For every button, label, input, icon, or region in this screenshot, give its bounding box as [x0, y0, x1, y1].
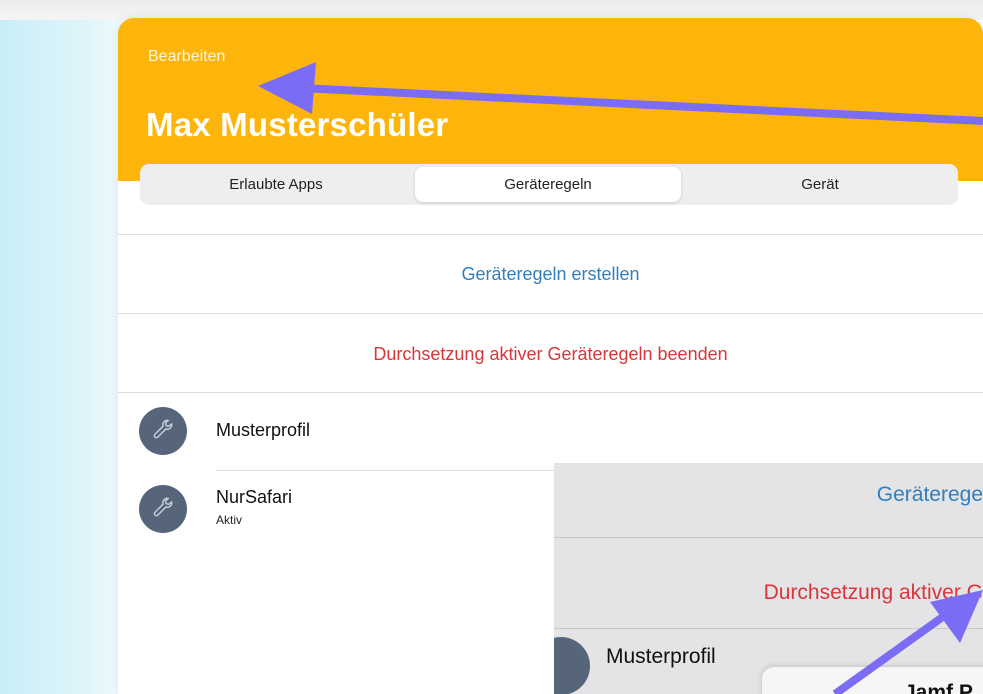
top-strip — [0, 0, 983, 20]
end-enforcement-button[interactable]: Durchsetzung aktiver G — [764, 581, 983, 605]
divider — [118, 313, 983, 314]
tab-allowed-apps[interactable]: Erlaubte Apps — [140, 167, 412, 202]
divider — [554, 537, 983, 538]
list-item[interactable]: Musterprofil — [118, 393, 983, 469]
divider — [554, 628, 983, 629]
popup-title: Jamf P — [904, 681, 973, 694]
wrench-icon — [139, 407, 187, 455]
page-title: Max Musterschüler — [146, 106, 449, 143]
edit-button[interactable]: Bearbeiten — [148, 48, 225, 66]
wrench-icon — [139, 485, 187, 533]
zoomed-screenshot-overlay: Geräterege Durchsetzung aktiver G Muster… — [554, 463, 983, 694]
segmented-control: Erlaubte Apps Geräteregeln Gerät — [140, 164, 958, 205]
tab-device-rules[interactable]: Geräteregeln — [415, 167, 681, 202]
profile-name: Musterprofil — [216, 420, 311, 440]
create-device-rules-button[interactable]: Geräteregeln erstellen — [118, 264, 983, 285]
create-device-rules-button[interactable]: Geräterege — [877, 483, 983, 507]
end-enforcement-button[interactable]: Durchsetzung aktiver Geräteregeln beende… — [118, 344, 983, 365]
tab-device[interactable]: Gerät — [684, 167, 956, 202]
profile-name: Musterprofil — [606, 645, 716, 668]
wrench-icon — [554, 637, 590, 694]
profile-status: Aktiv — [216, 513, 243, 527]
profile-name: NurSafari — [216, 487, 293, 507]
divider — [118, 234, 983, 235]
header-bar: Bearbeiten Max Musterschüler — [118, 18, 983, 181]
